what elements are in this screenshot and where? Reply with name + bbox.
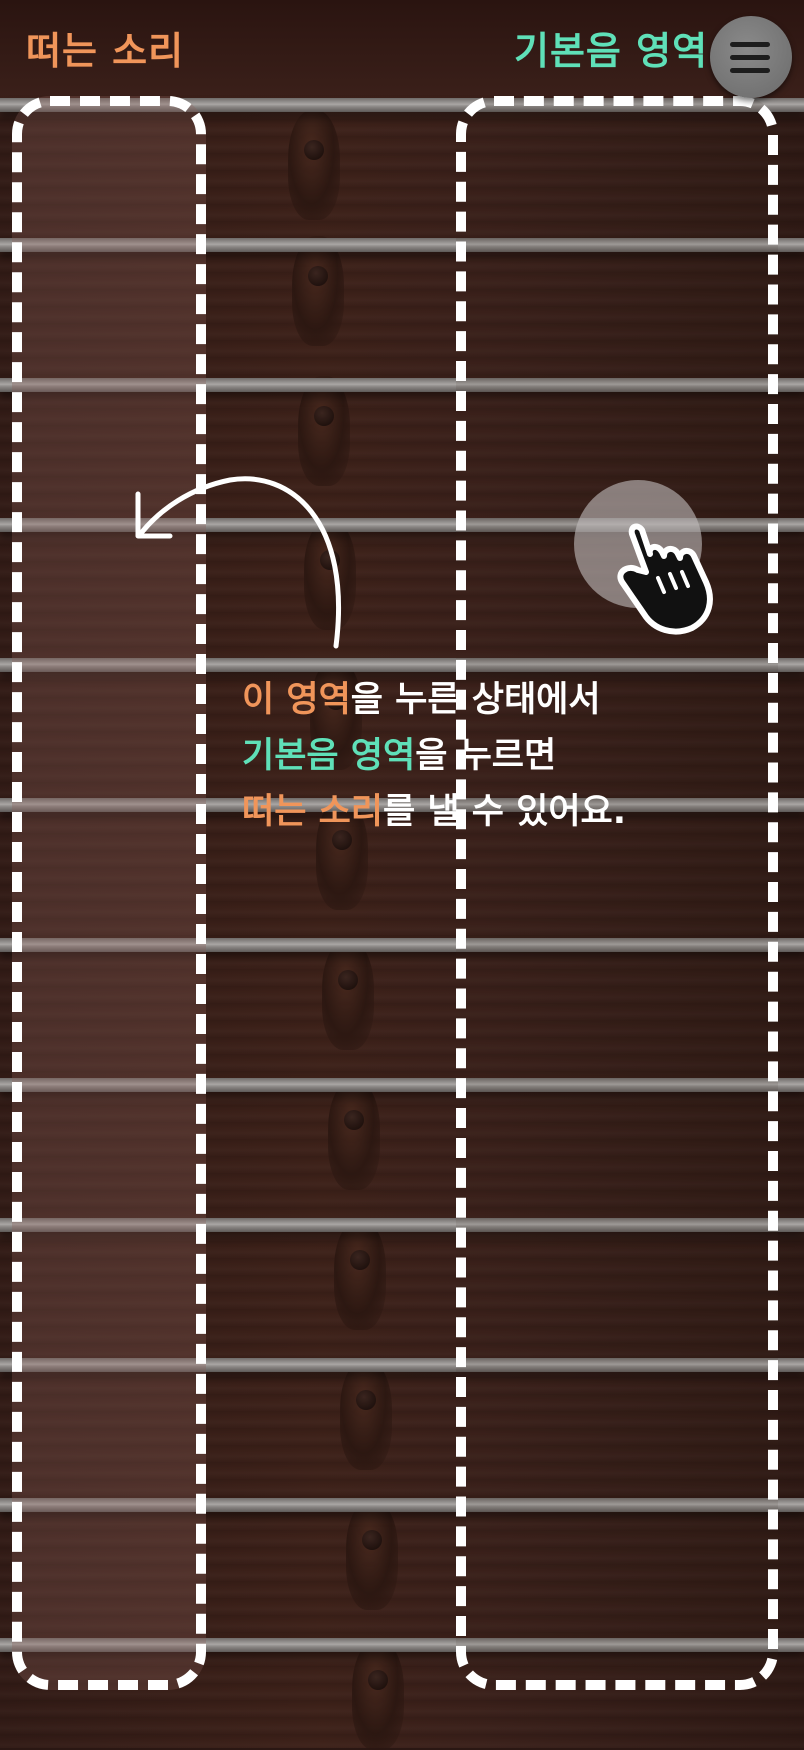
bridge (340, 1360, 392, 1470)
instruction-text: 이 영역을 누른 상태에서 기본음 영역을 누르면 떠는 소리를 낼 수 있어요… (242, 672, 762, 840)
bridge (352, 1640, 404, 1750)
base-note-zone-label: 기본음 영역 (514, 29, 709, 73)
instruction-line-3: 떠는 소리를 낼 수 있어요. (242, 792, 627, 832)
pointing-hand-icon (617, 523, 713, 635)
highlight-vibrato: 떠는 소리 (242, 792, 383, 832)
highlight-base-zone: 기본음 영역 (242, 736, 416, 776)
instruction-line-2: 기본음 영역을 누르면 (242, 736, 557, 776)
bridge (334, 1220, 386, 1330)
instruction-line-1: 이 영역을 누른 상태에서 (242, 680, 601, 720)
bridge (288, 110, 340, 220)
vibrato-zone-label: 떠는 소리 (26, 29, 185, 73)
bridge (322, 940, 374, 1050)
menu-button[interactable] (710, 16, 792, 98)
bridge (328, 1080, 380, 1190)
vibrato-zone[interactable] (12, 96, 206, 1690)
bridge (346, 1500, 398, 1610)
base-note-zone[interactable] (456, 96, 778, 1690)
bridge (292, 236, 344, 346)
curved-arrow-icon (135, 476, 342, 649)
highlight-this-zone: 이 영역 (242, 680, 351, 720)
